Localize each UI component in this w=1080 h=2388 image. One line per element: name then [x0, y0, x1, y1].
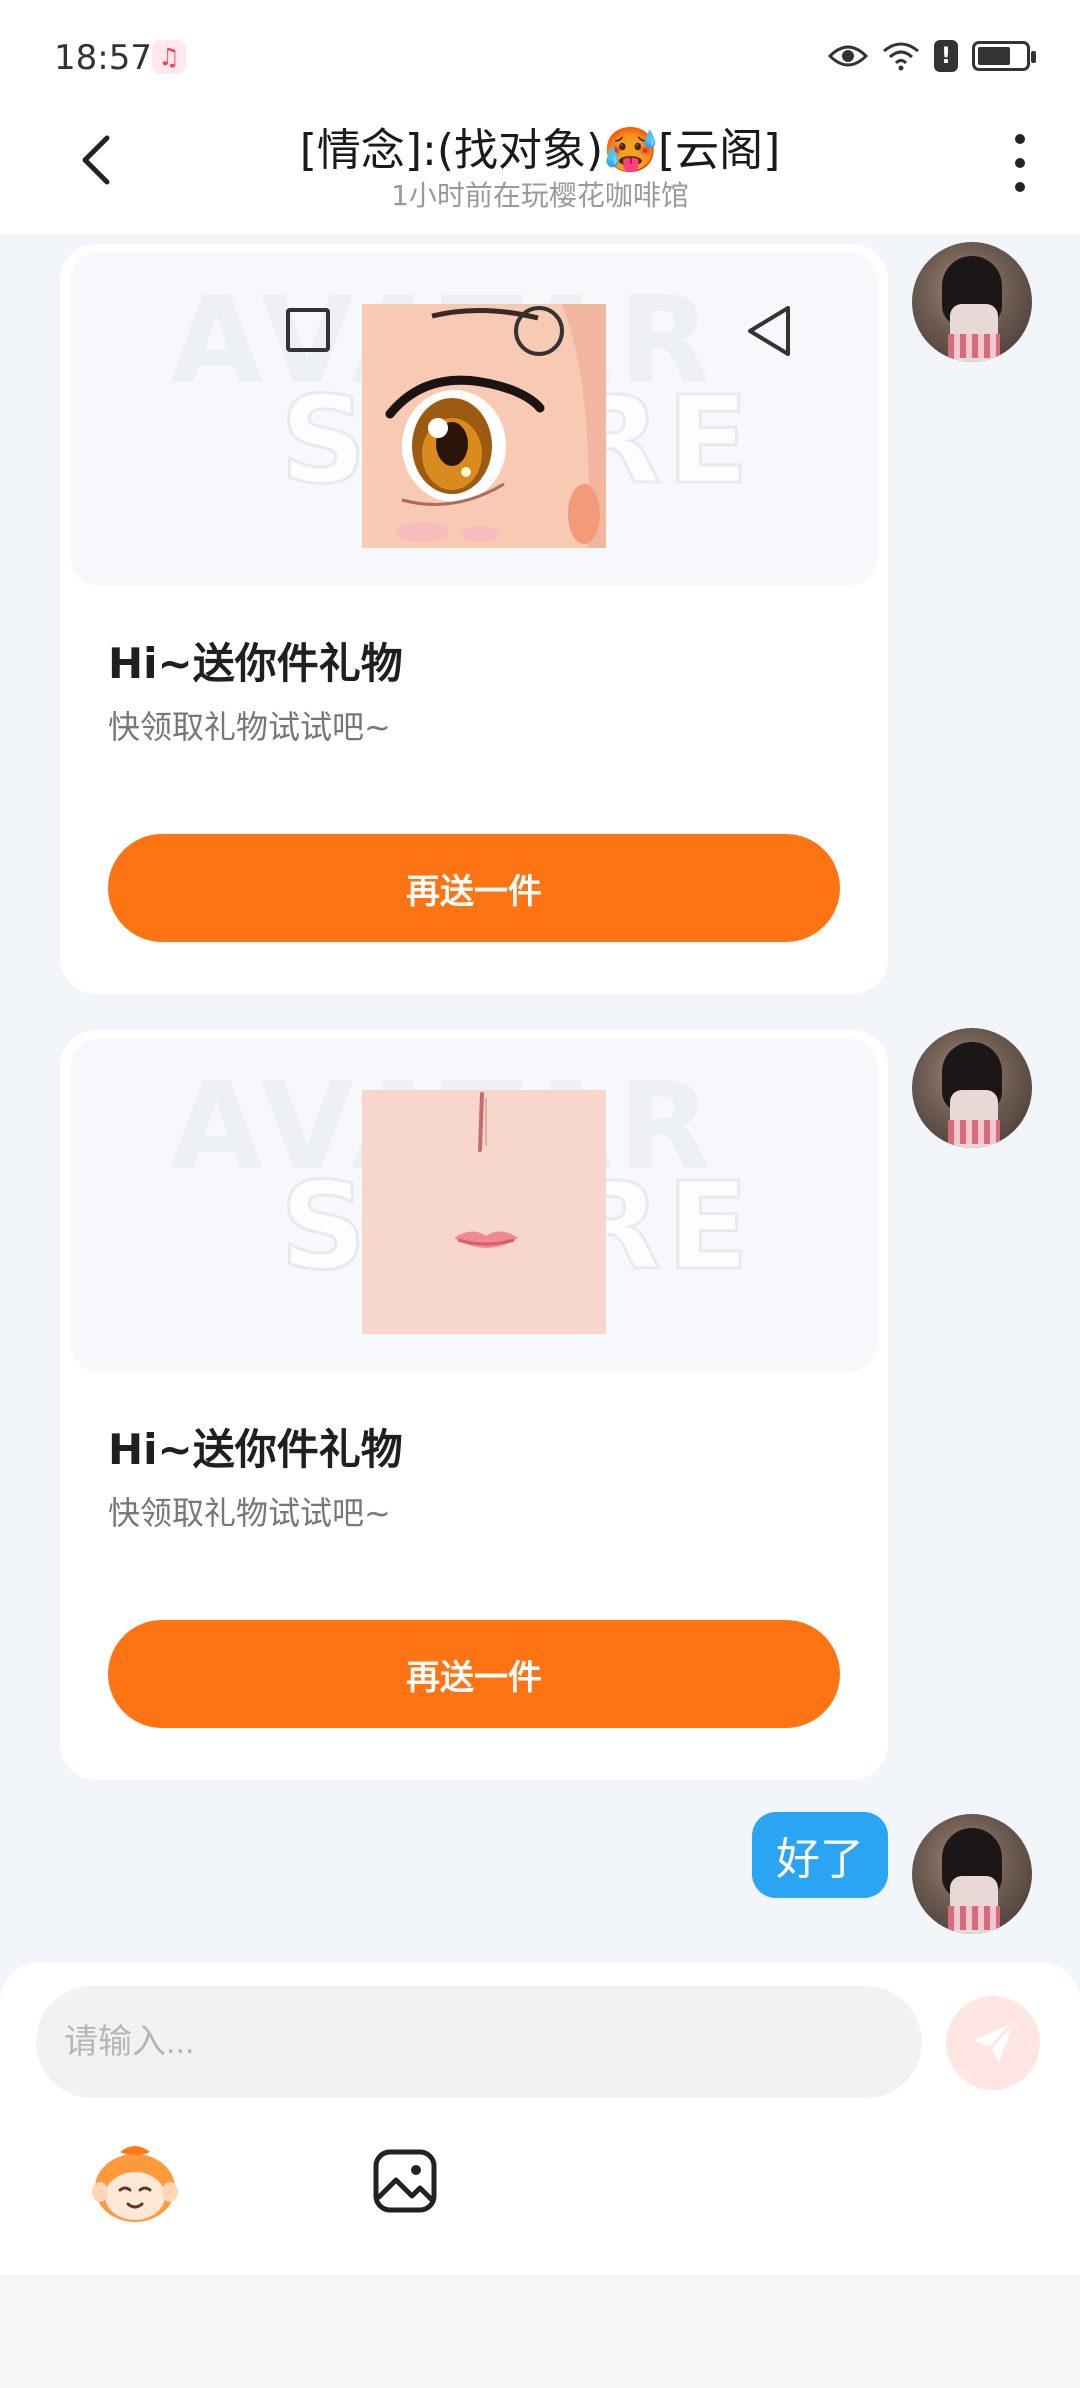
input-panel — [0, 1962, 1080, 2274]
eye-icon — [828, 38, 868, 74]
status-bar: 18:57 ♫ ! — [0, 0, 1080, 120]
top-bar: 18:57 ♫ ! [情念]:(找对象)🥵[云阁] 1小时前在玩樱花咖啡馆 — [0, 0, 1080, 234]
avatar[interactable] — [912, 242, 1032, 362]
image-picker-button[interactable] — [370, 2146, 440, 2216]
system-back-button[interactable] — [744, 304, 794, 358]
avatar[interactable] — [912, 1028, 1032, 1148]
message-bubble[interactable]: 好了 — [752, 1812, 888, 1898]
gift-subtitle: 快领取礼物试试吧~ — [108, 1494, 391, 1532]
system-nav-bar — [0, 2274, 1080, 2388]
gift-title: Hi~送你件礼物 — [108, 639, 403, 688]
battery-icon — [972, 41, 1036, 71]
music-icon: ♫ — [152, 40, 186, 74]
status-icons: ! — [828, 38, 1036, 74]
sticker-mascot-button[interactable] — [90, 2142, 180, 2226]
back-button[interactable] — [72, 132, 120, 188]
image-icon — [373, 2149, 437, 2213]
status-time: 18:57 — [54, 38, 152, 78]
gift-preview[interactable]: AVATARSTORE — [70, 1038, 878, 1372]
chat-title: [情念]:(找对象)🥵[云阁] — [299, 125, 781, 176]
alert-icon: ! — [934, 40, 958, 72]
chat-subtitle: 1小时前在玩樱花咖啡馆 — [391, 179, 689, 212]
send-another-button[interactable]: 再送一件 — [108, 1620, 840, 1728]
gift-preview[interactable]: AVATARSTORE — [70, 252, 878, 586]
home-button[interactable] — [514, 306, 564, 356]
wifi-icon — [882, 38, 920, 74]
more-options-button[interactable] — [1008, 134, 1032, 192]
avatar[interactable] — [912, 1814, 1032, 1934]
mascot-icon — [92, 2146, 178, 2222]
gift-subtitle: 快领取礼物试试吧~ — [108, 708, 391, 746]
anime-eye-image — [362, 304, 606, 548]
recent-apps-button[interactable] — [286, 308, 330, 352]
gift-card: AVATARSTORE Hi~送你件礼物 快领取礼物试试吧~ 再送一件 — [60, 1030, 888, 1780]
send-another-button[interactable]: 再送一件 — [108, 834, 840, 942]
message-input[interactable] — [36, 1986, 922, 2098]
chevron-left-icon — [82, 135, 110, 185]
anime-mouth-image — [362, 1090, 606, 1334]
send-button[interactable] — [946, 1996, 1040, 2090]
chat-list[interactable]: AVATARSTORE Hi~送你件礼物 快领取礼物试试吧~ 再送一件 — [0, 234, 1080, 1962]
gift-title: Hi~送你件礼物 — [108, 1425, 403, 1474]
paper-plane-icon — [973, 2021, 1015, 2063]
